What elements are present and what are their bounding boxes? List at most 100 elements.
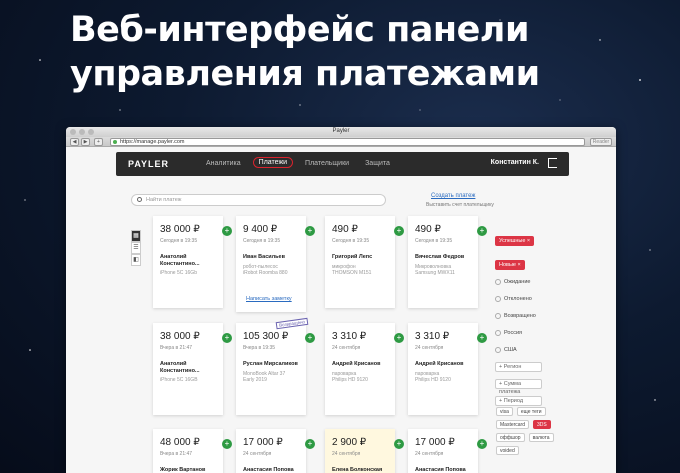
browser-window: Payler ◀ ▶ + https://manage.payler.com R… [66, 127, 616, 473]
card-amount: 9 400 ₽ [243, 224, 278, 235]
add-icon[interactable]: + [222, 333, 232, 343]
add-tab-icon[interactable]: + [94, 138, 103, 146]
card-date: Сегодня в 19:35 [415, 238, 453, 244]
filter-label: Ожидание [504, 279, 531, 285]
address-text: https://manage.payler.com [120, 139, 185, 145]
card-amount: 17 000 ₽ [243, 437, 283, 448]
payment-card[interactable]: 490 ₽ Сегодня в 19:35 Вячеслав Федров Микро… [408, 216, 487, 308]
grid-view-icon[interactable]: ▦ [131, 230, 141, 242]
radio-icon [495, 347, 501, 353]
card-date: Сегодня в 19:35 [332, 238, 370, 244]
filter-option[interactable]: Возвращено [495, 311, 565, 321]
payment-card[interactable]: 38 000 ₽ Сегодня в 19:35 Анатолий Констант… [153, 216, 232, 308]
payment-card[interactable]: 3 310 ₽ 24 сентября Андрей Крисанов паровар… [408, 323, 487, 415]
payment-card[interactable]: 17 000 ₽24 сентябряАнастасия ПоповаSamsu… [408, 429, 487, 473]
nav-protection[interactable]: Защита [361, 159, 394, 168]
payment-card[interactable]: 105 300 ₽ Вчера в 19:35 Руслан Мирсаликов M… [236, 317, 315, 415]
add-icon[interactable]: + [477, 226, 487, 236]
payment-card[interactable]: 48 000 ₽ Вчера в 21:47 Жорик Вартанов + [153, 429, 232, 473]
card-payer-name: Григорий Лепс [332, 254, 373, 260]
card-date: Вчера в 21:47 [160, 345, 193, 351]
filter-option[interactable]: Отклонено [495, 294, 565, 304]
radio-icon [495, 313, 501, 319]
payment-card[interactable]: 38 000 ₽ Вчера в 21:47 Анатолий Константин… [153, 323, 232, 415]
add-icon[interactable]: + [477, 439, 487, 449]
amount-dropdown[interactable]: + Сумма платежа [495, 379, 542, 395]
search-placeholder: Найти платеж [146, 197, 182, 203]
refunded-stamp: Возвращено [275, 317, 309, 330]
filter-tag-new[interactable]: Новые × [495, 260, 525, 270]
card-amount: 490 ₽ [415, 224, 441, 235]
tag-chip[interactable]: visa [496, 407, 513, 416]
add-icon[interactable]: + [477, 333, 487, 343]
tag-chip[interactable]: еще теги [516, 407, 546, 416]
card-product: iPhone 5C 16Gb [160, 270, 197, 276]
tag-chip[interactable]: voided [496, 446, 519, 455]
card-amount: 48 000 ₽ [160, 437, 200, 448]
card-payer-name: Елена Болконская [332, 467, 383, 473]
payment-card[interactable]: 3 310 ₽ 24 сентября Андрей Крисанов паровар… [325, 323, 404, 415]
tag-chip[interactable]: Mastercard [496, 420, 530, 429]
filters-panel: Успешные × Новые × Ожидание Отклонено Во… [495, 229, 565, 413]
tag-chip[interactable]: оффшор [496, 433, 525, 442]
user-name[interactable]: Константин К. [491, 159, 539, 166]
card-product: iPhone 5C 16GB [160, 377, 198, 383]
tag-chip[interactable]: 3DS [533, 420, 551, 429]
forward-arrow-icon[interactable]: ▶ [81, 138, 90, 146]
card-date: Сегодня в 19:35 [243, 238, 281, 244]
tag-cloud: visa еще теги Mastercard 3DS оффшор валюта voi… [496, 407, 556, 455]
add-icon[interactable]: + [394, 439, 404, 449]
payment-card[interactable]: 490 ₽ Сегодня в 19:35 Григорий Лепс микрофо… [325, 216, 404, 308]
logout-icon[interactable] [548, 158, 557, 168]
card-amount: 2 900 ₽ [332, 437, 367, 448]
period-dropdown[interactable]: + Период [495, 396, 542, 406]
payment-card[interactable]: 9 400 ₽ Сегодня в 19:35 Иван Васильев робот… [236, 216, 315, 312]
card-product: пароварка Philips HD 9120 [415, 371, 451, 383]
card-amount: 105 300 ₽ [243, 331, 289, 342]
add-icon[interactable]: + [222, 439, 232, 449]
radio-icon [495, 296, 501, 302]
filter-option[interactable]: США [495, 345, 565, 355]
nav-payments[interactable]: Платежи [252, 157, 294, 168]
filter-label: Россия [504, 330, 523, 336]
address-bar[interactable]: https://manage.payler.com [110, 138, 585, 146]
add-icon[interactable]: + [305, 333, 315, 343]
payment-card[interactable]: 2 900 ₽ 24 сентября Елена Болконская + [325, 429, 404, 473]
card-date: 24 сентября [415, 451, 444, 457]
card-payer-name: Анастасия Попова [415, 467, 466, 473]
map-view-icon[interactable]: ◧ [131, 254, 141, 266]
card-date: Вчера в 19:35 [243, 345, 276, 351]
region-dropdown[interactable]: + Регион [495, 362, 542, 372]
tag-chip[interactable]: валюта [528, 433, 554, 442]
window-titlebar: Payler [66, 127, 616, 137]
nav-analytics[interactable]: Аналитика [202, 159, 245, 168]
back-arrow-icon[interactable]: ◀ [70, 138, 79, 146]
window-title: Payler [332, 128, 350, 134]
filter-option[interactable]: Ожидание [495, 277, 565, 287]
create-payment-link[interactable]: Создать платеж [431, 193, 475, 199]
filter-option[interactable]: Россия [495, 328, 565, 338]
filter-label: Отклонено [504, 296, 532, 302]
add-icon[interactable]: + [394, 333, 404, 343]
headline-line-1: Веб-интерфейс панели [70, 10, 529, 50]
list-view-icon[interactable]: ☰ [131, 242, 141, 254]
search-icon [137, 197, 142, 202]
write-note-link[interactable]: Написать заметку [246, 296, 292, 302]
add-icon[interactable]: + [305, 439, 315, 449]
add-icon[interactable]: + [222, 226, 232, 236]
filter-tag-success[interactable]: Успешные × [495, 236, 535, 246]
view-switcher: ▦ ☰ ◧ [131, 230, 141, 266]
add-icon[interactable]: + [305, 226, 315, 236]
add-icon[interactable]: + [394, 226, 404, 236]
nav-payers[interactable]: Плательщики [301, 159, 353, 168]
search-input[interactable]: Найти платеж [131, 194, 386, 206]
reader-button[interactable]: Reader [590, 138, 612, 146]
payler-logo[interactable]: PAYLER [128, 159, 169, 169]
card-amount: 38 000 ₽ [160, 331, 200, 342]
payment-card[interactable]: 17 000 ₽ 24 сентября Анастасия Попова + [236, 429, 315, 473]
card-date: 24 сентября [332, 345, 361, 351]
filter-label: США [504, 347, 517, 353]
radio-icon [495, 330, 501, 336]
card-product: Микроволновка Samsung MWX11 [415, 264, 455, 276]
card-date: 24 сентября [415, 345, 444, 351]
